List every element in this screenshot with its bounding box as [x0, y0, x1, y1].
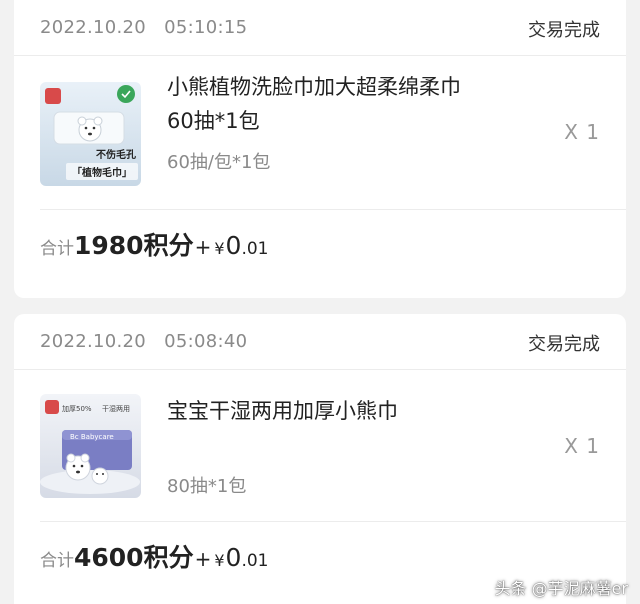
product-quantity: X 1 — [564, 434, 600, 458]
product-name[interactable]: 宝宝干湿两用加厚小熊巾 — [167, 394, 467, 428]
total-plus: + — [194, 235, 212, 259]
image-brand-text: Bc Babycare — [70, 433, 114, 441]
total-points: 4600积分 — [74, 543, 194, 572]
total-plus: + — [194, 547, 212, 571]
product-image: 加厚50% 干湿两用 Bc Babycare — [40, 394, 141, 498]
product-image: 不伤毛孔 「植物毛巾」 — [40, 82, 141, 186]
product-spec: 80抽*1包 — [167, 476, 247, 497]
total-amount-decimal: .01 — [241, 239, 269, 259]
order-card[interactable]: 2022.10.20 05:08:40 交易完成 加厚50% 干湿两用 Bc B… — [14, 314, 626, 604]
total-points: 1980积分 — [74, 231, 194, 260]
image-caption-1: 不伤毛孔 — [96, 148, 136, 161]
order-header: 2022.10.20 05:08:40 交易完成 — [14, 314, 626, 370]
order-header: 2022.10.20 05:10:15 交易完成 — [14, 0, 626, 56]
order-date: 2022.10.20 — [40, 17, 147, 38]
product-name[interactable]: 小熊植物洗脸巾加大超柔绵柔巾60抽*1包 — [167, 70, 467, 138]
product-thumbnail[interactable]: 加厚50% 干湿两用 Bc Babycare — [40, 394, 141, 498]
currency-symbol: ¥ — [214, 239, 225, 258]
divider — [40, 209, 626, 210]
image-caption-1: 加厚50% — [62, 404, 92, 413]
order-time: 05:10:15 — [164, 17, 248, 38]
order-total: 合计 4600积分 + ¥ 0 .01 — [40, 538, 269, 574]
order-datetime: 2022.10.20 05:10:15 — [40, 17, 247, 38]
currency-symbol: ¥ — [214, 551, 225, 570]
total-label: 合计 — [40, 551, 74, 571]
order-datetime: 2022.10.20 05:08:40 — [40, 331, 247, 352]
brand-logo-icon — [45, 400, 59, 414]
order-status: 交易完成 — [528, 20, 600, 41]
order-time: 05:08:40 — [164, 331, 248, 352]
order-total: 合计 1980积分 + ¥ 0 .01 — [40, 226, 269, 262]
order-card[interactable]: 2022.10.20 05:10:15 交易完成 不伤毛孔 「植物毛巾」 小熊植… — [14, 0, 626, 298]
order-date: 2022.10.20 — [40, 331, 147, 352]
image-caption-2: 干湿两用 — [102, 404, 130, 413]
watermark: 头条 @芋泥麻薯er — [494, 579, 628, 598]
eco-badge-icon — [117, 85, 135, 103]
product-spec: 60抽/包*1包 — [167, 152, 271, 173]
brand-logo-icon — [45, 88, 61, 104]
total-amount-decimal: .01 — [241, 551, 269, 571]
product-thumbnail[interactable]: 不伤毛孔 「植物毛巾」 — [40, 82, 141, 186]
product-quantity: X 1 — [564, 120, 600, 144]
total-amount-integer: 0 — [225, 543, 242, 572]
order-status: 交易完成 — [528, 334, 600, 355]
image-caption-2: 「植物毛巾」 — [72, 166, 132, 179]
total-amount-integer: 0 — [225, 231, 242, 260]
divider — [40, 521, 626, 522]
total-label: 合计 — [40, 239, 74, 259]
